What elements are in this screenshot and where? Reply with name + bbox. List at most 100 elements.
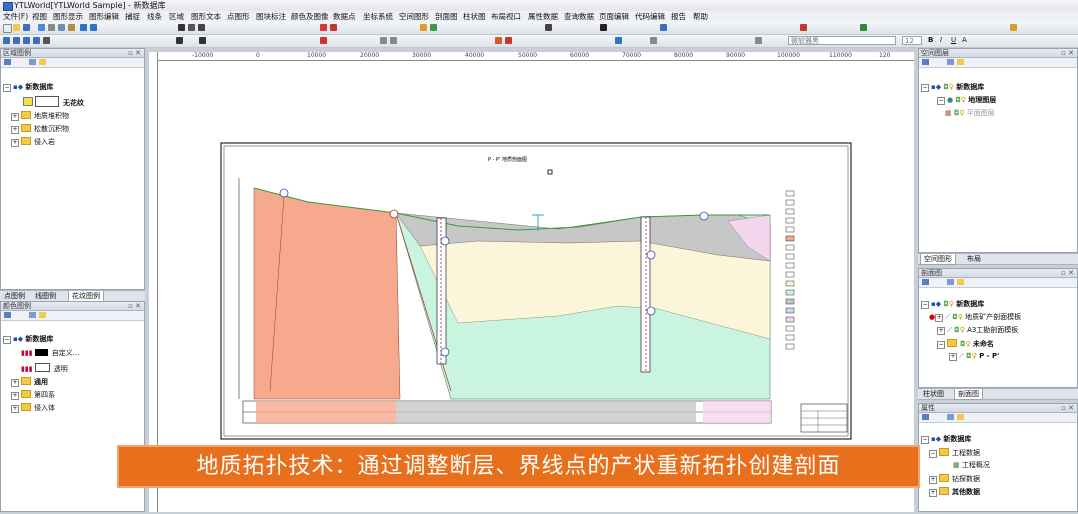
curve-tool-icon[interactable] — [198, 24, 205, 31]
borehole-1-node[interactable] — [440, 347, 450, 357]
menu-code-edit[interactable]: 代码编辑 — [635, 11, 665, 22]
align-icon[interactable] — [755, 37, 762, 44]
menu-spatial-graphics[interactable]: 空间图形 — [399, 11, 429, 22]
control-point[interactable] — [279, 188, 289, 198]
tab-layout[interactable]: 布局 — [964, 254, 984, 264]
underline-button[interactable]: U — [951, 36, 956, 44]
menu-view[interactable]: 视图 — [32, 11, 47, 22]
select-icon[interactable] — [176, 37, 183, 44]
tab-point-legend[interactable]: 点图例 — [1, 291, 28, 301]
menu-areas[interactable]: 区域 — [169, 11, 184, 22]
folder-icon[interactable] — [957, 414, 964, 420]
ellipse-icon[interactable] — [390, 37, 397, 44]
bold-button[interactable]: B — [928, 36, 933, 44]
menu-column-view[interactable]: 柱状图 — [463, 11, 486, 22]
tree-root[interactable]: − ▪◆ 新数据库 — [3, 335, 53, 344]
layer-tool-icon[interactable] — [420, 24, 427, 31]
tree-root[interactable]: − ▪◆ ◘♀ 新数据库 — [921, 83, 984, 92]
tree-folder[interactable]: + 地质堆积物 — [11, 111, 69, 121]
binoculars-icon[interactable] — [600, 24, 607, 31]
menu-help[interactable]: 帮助 — [693, 11, 708, 22]
menu-report[interactable]: 报告 — [671, 11, 686, 22]
tree-root[interactable]: − ▪◆ 新数据库 — [3, 83, 53, 92]
folder-icon[interactable] — [957, 59, 964, 65]
tree-root[interactable]: − ▪◆ 新数据库 — [921, 435, 971, 444]
mark-tool-icon[interactable] — [330, 24, 337, 31]
view-icon[interactable] — [947, 59, 954, 65]
menu-section-view[interactable]: 剖面图 — [435, 11, 458, 22]
tree-folder[interactable]: + 侵入体 — [11, 403, 55, 413]
tab-column-view[interactable]: 柱状图 — [920, 389, 947, 399]
move-icon[interactable] — [199, 37, 206, 44]
undo-icon[interactable] — [80, 24, 87, 31]
tree-folder[interactable]: + 通用 — [11, 377, 48, 387]
marker-icon[interactable] — [800, 24, 807, 31]
table-item[interactable]: ▦ 工程概况 — [953, 461, 990, 470]
delete-icon[interactable] — [320, 37, 327, 44]
control-point[interactable] — [699, 211, 709, 221]
tab-spatial-graphics[interactable]: 空间图形 — [920, 254, 956, 265]
tree-folder[interactable]: − 工程数据 — [929, 448, 980, 458]
tree-folder[interactable]: + 钻探数据 — [929, 474, 980, 484]
color-item[interactable]: ▮▮▮ 透明 — [21, 363, 68, 374]
menu-graphic-display[interactable]: 图形显示 — [53, 11, 83, 22]
cut-icon[interactable] — [48, 24, 55, 31]
section-item[interactable]: + ⟋ ◘♀ A3工勘剖面模板 — [937, 326, 1018, 335]
info-icon[interactable] — [615, 37, 622, 44]
menu-coord-system[interactable]: 坐标系统 — [363, 11, 393, 22]
tab-line-legend[interactable]: 线图例 — [32, 291, 59, 301]
redo-icon[interactable] — [90, 24, 97, 31]
sort-icon[interactable] — [922, 414, 929, 420]
view-icon[interactable] — [947, 414, 954, 420]
open-icon[interactable] — [13, 24, 20, 31]
line-tool-icon[interactable] — [178, 24, 185, 31]
menu-data-points[interactable]: 数据点 — [333, 11, 356, 22]
draw-line-icon[interactable] — [660, 24, 667, 31]
save-icon[interactable] — [23, 24, 30, 31]
globe-icon[interactable] — [860, 24, 867, 31]
font-size-combo[interactable]: 12 — [902, 36, 922, 45]
zoom-all-icon[interactable] — [33, 37, 40, 44]
section-item[interactable]: + ⟋ ◘♀ P - P' — [949, 352, 999, 361]
text-tool-icon[interactable] — [545, 24, 552, 31]
menu-point-graphics[interactable]: 点图形 — [227, 11, 250, 22]
font-color-button[interactable]: A — [962, 36, 967, 44]
tree-folder[interactable]: + 侵入岩 — [11, 137, 55, 147]
italic-button[interactable]: I — [940, 36, 942, 44]
borehole-1-node[interactable] — [440, 236, 450, 246]
menu-file[interactable]: 文件(F) — [3, 11, 28, 22]
pin-icon[interactable]: ▫ ✕ — [1061, 404, 1074, 413]
zoom-out-icon[interactable] — [13, 37, 20, 44]
legend-item[interactable]: 无花纹 — [23, 96, 84, 108]
menu-block-labels[interactable]: 图块标注 — [256, 11, 286, 22]
sort-icon[interactable] — [4, 59, 11, 65]
menu-color-image[interactable]: 颜色及图像 — [291, 11, 329, 22]
zoom-window-icon[interactable] — [23, 37, 30, 44]
polyline-tool-icon[interactable] — [188, 24, 195, 31]
menu-snap[interactable]: 捕捉 — [125, 11, 140, 22]
paste-icon[interactable] — [68, 24, 75, 31]
menu-attribute-data[interactable]: 属性数据 — [528, 11, 558, 22]
layer-item[interactable]: ▦ ◘♀ 平面图层 — [945, 109, 995, 118]
tree-root[interactable]: − ▪◆ ◘♀ 新数据库 — [921, 300, 984, 309]
section-item[interactable]: ●+ ⟋ ◘♀ 地质矿产剖面模板 — [929, 313, 1021, 322]
tab-section-view[interactable]: 剖面图 — [954, 389, 983, 400]
new-icon[interactable] — [3, 24, 12, 33]
print-icon[interactable] — [38, 24, 45, 31]
folder-icon[interactable] — [39, 59, 46, 65]
tree-folder[interactable]: + 第四系 — [11, 390, 55, 400]
menu-lines[interactable]: 线条 — [147, 11, 162, 22]
sort-icon[interactable] — [4, 312, 11, 318]
borehole-2-node[interactable] — [646, 250, 656, 260]
menu-layout-viewport[interactable]: 布局视口 — [491, 11, 521, 22]
point-tool-icon[interactable] — [320, 24, 327, 31]
menu-graphic-text[interactable]: 图形文本 — [191, 11, 221, 22]
view-icon[interactable] — [947, 279, 954, 285]
pin-icon[interactable]: ▫ ✕ — [128, 49, 141, 58]
font-combo[interactable]: 微软雅黑 — [788, 36, 896, 45]
view-icon[interactable] — [29, 59, 36, 65]
view-icon[interactable] — [29, 312, 36, 318]
control-point[interactable] — [389, 209, 399, 219]
pin-icon[interactable]: ▫ ✕ — [1061, 269, 1074, 278]
pan-icon[interactable] — [43, 37, 50, 44]
